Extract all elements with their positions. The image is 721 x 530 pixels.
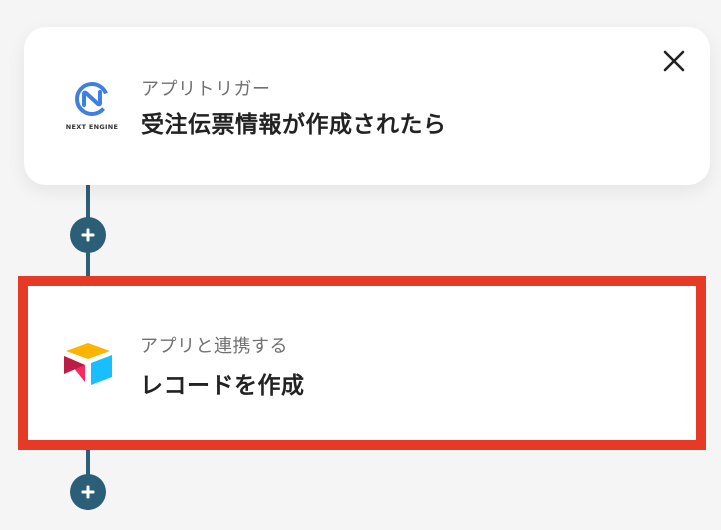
action-sublabel: アプリと連携する (140, 336, 288, 357)
add-step-button[interactable] (70, 217, 106, 253)
plus-icon (81, 485, 95, 499)
add-step-button[interactable] (70, 474, 106, 510)
next-engine-logo: NEXT ENGINE (62, 77, 122, 137)
trigger-sublabel: アプリトリガー (141, 79, 271, 100)
action-title: レコードを作成 (140, 373, 305, 399)
trigger-card[interactable]: NEXT ENGINE アプリトリガー 受注伝票情報が作成されたら (24, 27, 710, 185)
action-card[interactable]: アプリと連携する レコードを作成 (18, 276, 706, 450)
airtable-logo-icon (64, 343, 112, 385)
plus-icon (81, 228, 95, 242)
next-engine-logo-icon (75, 82, 109, 116)
trigger-title: 受注伝票情報が作成されたら (141, 112, 447, 138)
next-engine-wordmark: NEXT ENGINE (65, 123, 119, 131)
close-icon (663, 50, 685, 72)
close-button[interactable] (660, 47, 688, 75)
airtable-logo (60, 340, 120, 400)
